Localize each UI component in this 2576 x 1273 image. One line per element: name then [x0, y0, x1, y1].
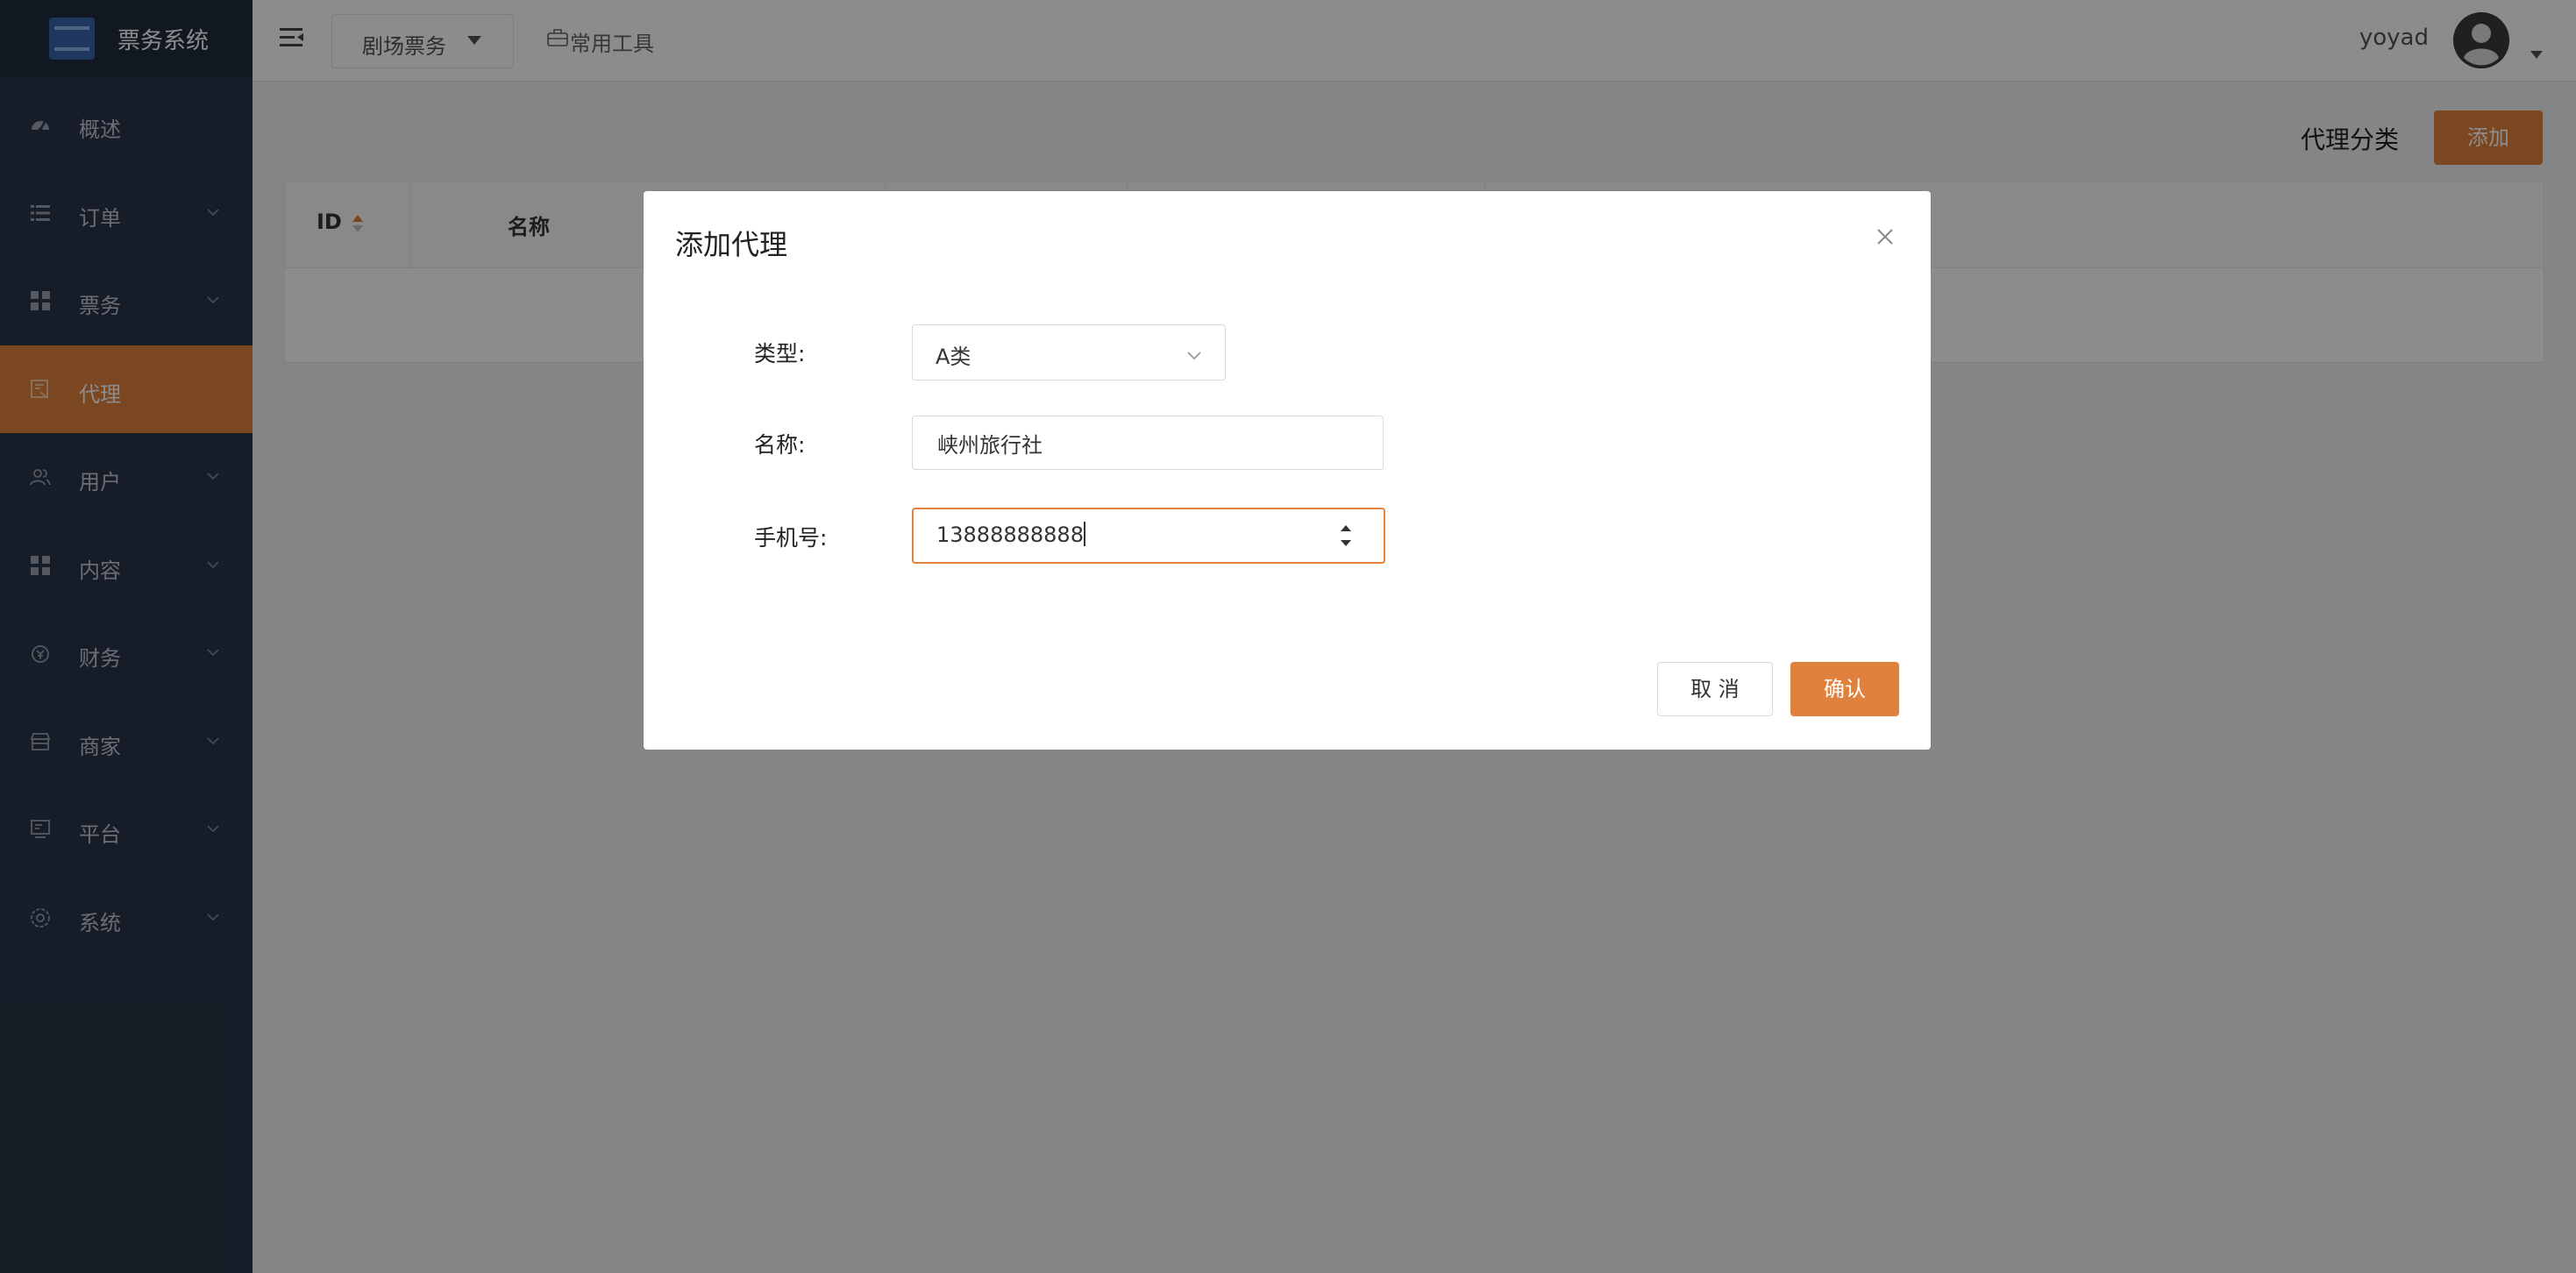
name-field[interactable] — [912, 416, 1384, 470]
chevron-down-icon — [1186, 348, 1202, 360]
type-label: 类型: — [754, 341, 806, 366]
add-agent-modal: 添加代理 类型: A类 名称: 手机号: 13888888888 取 消 确认 — [644, 191, 1931, 750]
phone-label: 手机号: — [754, 525, 828, 551]
type-select-value: A类 — [936, 345, 971, 369]
close-icon[interactable] — [1875, 226, 1896, 247]
confirm-button[interactable]: 确认 — [1790, 662, 1899, 716]
name-label: 名称: — [754, 432, 806, 458]
phone-field[interactable]: 13888888888 — [912, 508, 1385, 564]
text-cursor — [1083, 522, 1085, 546]
cancel-button[interactable]: 取 消 — [1657, 662, 1773, 716]
type-select[interactable]: A类 — [912, 324, 1226, 380]
phone-value: 13888888888 — [936, 522, 1085, 547]
modal-title: 添加代理 — [675, 228, 788, 261]
phone-text: 13888888888 — [936, 523, 1084, 547]
number-stepper-icon[interactable] — [1334, 520, 1357, 551]
